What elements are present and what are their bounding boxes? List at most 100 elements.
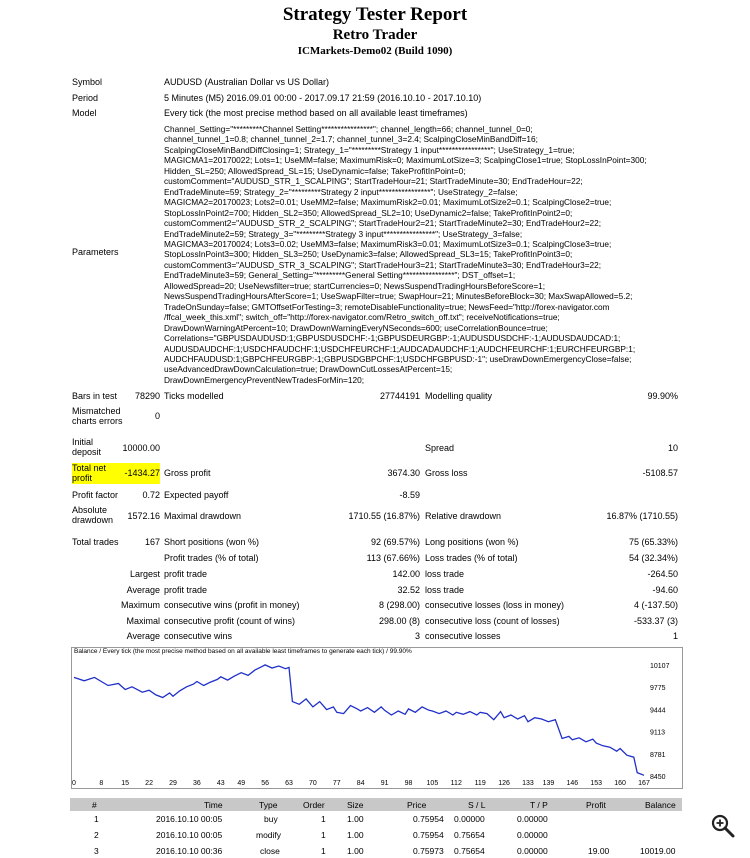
- x-tick-label: 29: [169, 780, 177, 787]
- cell-type: buy: [264, 814, 278, 824]
- max-consec-wins-label: consecutive wins (profit in money): [164, 600, 300, 610]
- x-tick-label: 43: [216, 780, 225, 787]
- loss-trades-value: 54 (32.34%): [628, 553, 678, 563]
- relative-drawdown-value: 16.87% (1710.55): [606, 511, 678, 521]
- x-tick-label: 133: [522, 780, 534, 787]
- gross-loss-label: Gross loss: [425, 468, 468, 478]
- col-price: Price: [407, 800, 427, 810]
- x-tick-label: 126: [498, 780, 510, 787]
- loss-trades-label: Loss trades (% of total): [425, 553, 518, 563]
- long-positions-label: Long positions (won %): [425, 537, 519, 547]
- maximal-drawdown-value: 1710.55 (16.87%): [348, 511, 420, 521]
- average-loss-label: loss trade: [425, 585, 465, 595]
- max-consec-loss-label: consecutive loss (count of losses): [425, 616, 560, 626]
- symbol-label: Symbol: [72, 77, 103, 87]
- quality-label: Modelling quality: [425, 391, 493, 401]
- average-profit-label: profit trade: [164, 585, 208, 595]
- spread-label: Spread: [425, 443, 455, 453]
- cell-type: modify: [256, 830, 282, 840]
- cell-time: 2016.10.10 00:36: [156, 846, 223, 856]
- cell-size: 1.00: [347, 830, 364, 840]
- maximum-label: Maximum: [120, 600, 160, 610]
- cell-price: 0.75954: [413, 814, 444, 824]
- x-tick-label: 70: [309, 780, 317, 787]
- balance-chart: Balance / Every tick (the most precise m…: [71, 647, 683, 789]
- report-server: ICMarkets-Demo02 (Build 1090): [297, 45, 453, 57]
- x-tick-label: 22: [145, 780, 153, 787]
- absolute-drawdown-label: Absolute drawdown: [72, 505, 114, 525]
- maximal-label: Maximal: [126, 616, 160, 626]
- avg-consec-wins-label: consecutive wins: [164, 631, 233, 641]
- max-consec-wins-value: 8 (298.00): [378, 600, 420, 610]
- cell-tp: 0.00000: [517, 830, 548, 840]
- x-tick-label: 139: [542, 780, 555, 787]
- col-order: Order: [303, 800, 325, 810]
- cell-sl: 0.75654: [454, 846, 485, 856]
- x-tick-label: 8: [99, 780, 104, 787]
- largest-profit-value: 142.00: [392, 569, 420, 579]
- report-title: Strategy Tester Report: [282, 4, 468, 25]
- avg-consec-wins-value: 3: [414, 631, 420, 641]
- average-label: Average: [126, 585, 160, 595]
- table-row: 1 2016.10.10 00:05 buy 1 1.00 0.75954 0.…: [70, 814, 682, 826]
- x-tick-label: 0: [72, 780, 76, 787]
- cell-type: close: [260, 846, 280, 856]
- x-tick-label: 15: [121, 780, 130, 787]
- max-consec-profit-label: consecutive profit (count of wins): [164, 616, 296, 626]
- quality-value: 99.90%: [647, 391, 678, 401]
- long-positions-value: 75 (65.33%): [628, 537, 678, 547]
- col-tp: T / P: [530, 800, 548, 810]
- ticks-value: 27744191: [379, 391, 420, 401]
- profit-trades-value: 113 (67.66%): [366, 553, 420, 563]
- spread-value: 10: [667, 443, 678, 453]
- expected-payoff-value: -8.59: [399, 490, 420, 500]
- x-tick-label: 153: [590, 780, 603, 787]
- mismatched-value: 0: [154, 411, 160, 421]
- deposit-value: 10000.00: [122, 443, 160, 453]
- y-tick-label: 9444: [650, 707, 666, 714]
- average-profit-value: 32.52: [397, 585, 420, 595]
- balance-chart-svg: 1010797759444911387818450: [73, 663, 670, 781]
- cell-time: 2016.10.10 00:05: [156, 814, 223, 824]
- avg-consec-losses-label: consecutive losses: [425, 631, 501, 641]
- y-tick-label: 9113: [650, 730, 665, 737]
- col-type: Type: [259, 800, 278, 810]
- ticks-label: Ticks modelled: [164, 391, 224, 401]
- cell-order: 1: [321, 830, 326, 840]
- x-tick-label: 77: [332, 780, 341, 787]
- col-sl: S / L: [468, 800, 486, 810]
- parameters-value: Channel_Setting="*********Channel Settin…: [164, 124, 647, 385]
- x-tick-label: 91: [380, 780, 389, 787]
- average-loss-value: -94.60: [652, 585, 678, 595]
- col-balance: Balance: [645, 800, 676, 810]
- cell-price: 0.75973: [413, 846, 444, 856]
- x-tick-label: 167: [638, 780, 650, 787]
- gross-profit-label: Gross profit: [164, 468, 211, 478]
- cell-tp: 0.00000: [517, 814, 548, 824]
- y-tick-label: 9775: [650, 685, 666, 692]
- period-label: Period: [72, 93, 99, 103]
- total-trades-value: 167: [144, 537, 160, 547]
- cell-size: 1.00: [347, 814, 364, 824]
- x-tick-label: 98: [404, 780, 413, 787]
- x-tick-label: 160: [614, 780, 626, 787]
- gross-profit-value: 3674.30: [387, 468, 420, 478]
- zoom-in-icon[interactable]: [710, 813, 736, 839]
- cell-order: 1: [321, 846, 326, 856]
- cell-sl: 0.75654: [454, 830, 485, 840]
- table-row: 3 2016.10.10 00:36 close 1 1.00 0.75973 …: [70, 846, 682, 858]
- x-tick-label: 146: [566, 780, 579, 787]
- expected-payoff-label: Expected payoff: [164, 490, 229, 500]
- x-tick-label: 49: [237, 780, 246, 787]
- cell-price: 0.75954: [413, 830, 444, 840]
- x-tick-label: 105: [426, 780, 439, 787]
- largest-label: Largest: [129, 569, 160, 579]
- balance-line: [73, 664, 645, 776]
- symbol-value: AUDUSD (Australian Dollar vs US Dollar): [164, 77, 330, 87]
- x-tick-label: 84: [356, 780, 365, 787]
- profit-trades-label: Profit trades (% of total): [164, 553, 259, 563]
- avg-consec-losses-value: 1: [672, 631, 678, 641]
- model-value: Every tick (the most precise method base…: [164, 108, 468, 118]
- cell-profit: 19.00: [588, 846, 610, 856]
- max-consec-loss-value: -533.37 (3): [633, 616, 678, 626]
